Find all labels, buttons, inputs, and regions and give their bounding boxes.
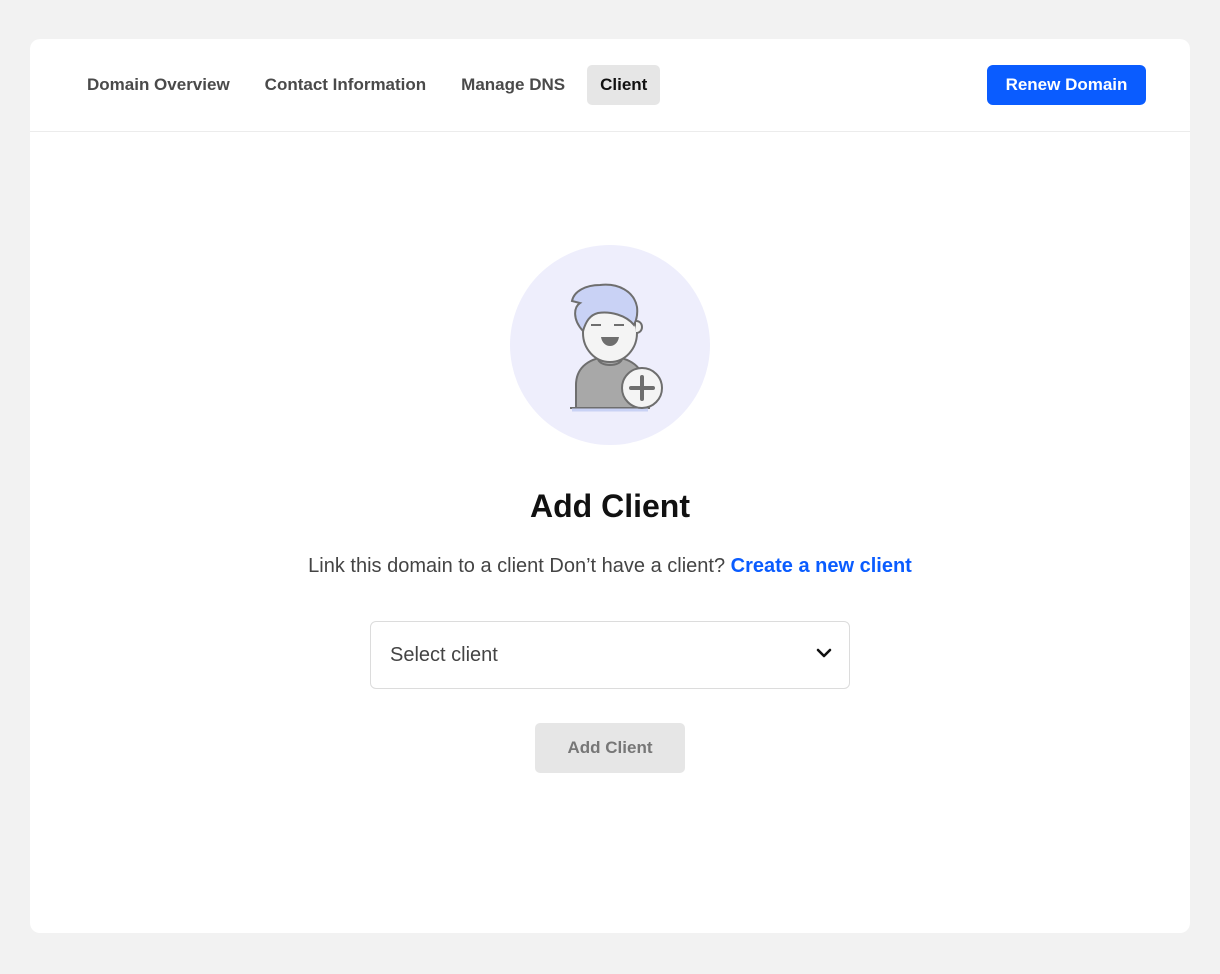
tab-bar: Domain Overview Contact Information Mana… xyxy=(74,65,669,105)
client-empty-state: Add Client Link this domain to a client … xyxy=(30,132,1190,932)
tab-client[interactable]: Client xyxy=(587,65,661,105)
user-plus-icon xyxy=(510,245,710,445)
tab-manage-dns[interactable]: Manage DNS xyxy=(448,65,578,105)
add-client-button[interactable]: Add Client xyxy=(535,723,685,773)
create-client-link[interactable]: Create a new client xyxy=(731,555,912,577)
empty-state-description: Link this domain to a client Don’t have … xyxy=(30,555,1190,578)
client-select[interactable]: Select client xyxy=(370,621,850,689)
tab-domain-overview[interactable]: Domain Overview xyxy=(74,65,243,105)
description-text: Link this domain to a client Don’t have … xyxy=(308,555,726,577)
tab-contact-information[interactable]: Contact Information xyxy=(252,65,440,105)
chevron-down-icon xyxy=(814,643,834,668)
renew-domain-button[interactable]: Renew Domain xyxy=(987,65,1146,105)
top-bar: Domain Overview Contact Information Mana… xyxy=(30,39,1190,132)
domain-card: Domain Overview Contact Information Mana… xyxy=(30,39,1190,933)
client-select-placeholder: Select client xyxy=(390,643,498,666)
empty-state-title: Add Client xyxy=(530,488,690,524)
